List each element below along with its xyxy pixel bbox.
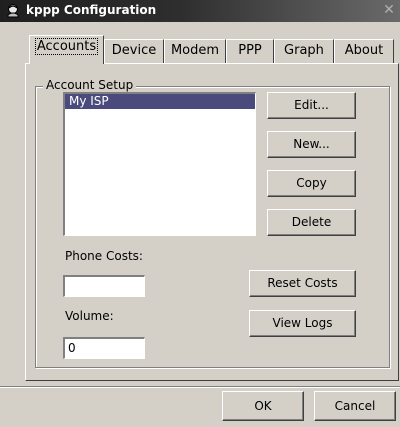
tab-modem[interactable]: Modem — [164, 39, 226, 64]
phone-costs-field[interactable] — [63, 275, 145, 297]
volume-field[interactable]: 0 — [63, 337, 145, 359]
view-logs-button[interactable]: View Logs — [249, 310, 356, 337]
cancel-button[interactable]: Cancel — [314, 391, 396, 421]
close-icon[interactable]: ✕ — [381, 2, 397, 18]
copy-button[interactable]: Copy — [267, 170, 356, 197]
window-title: kppp Configuration — [26, 3, 157, 17]
phone-costs-label: Phone Costs: — [65, 249, 143, 263]
tab-about[interactable]: About — [334, 39, 394, 64]
reset-costs-button[interactable]: Reset Costs — [249, 270, 356, 297]
edit-button[interactable]: Edit... — [267, 92, 356, 119]
tab-about-label: About — [344, 43, 384, 58]
kppp-app-icon — [7, 4, 19, 18]
list-item[interactable]: My ISP — [65, 94, 255, 109]
account-list[interactable]: My ISP — [63, 92, 256, 236]
tab-device-label: Device — [111, 43, 157, 58]
new-button[interactable]: New... — [267, 131, 356, 158]
tab-accounts[interactable]: Accounts — [29, 35, 104, 64]
account-setup-title: Account Setup — [43, 78, 137, 92]
tab-graph-label: Graph — [284, 43, 324, 58]
tab-ppp[interactable]: PPP — [226, 39, 274, 64]
delete-button[interactable]: Delete — [267, 209, 356, 236]
volume-label: Volume: — [65, 309, 114, 323]
bottom-separator — [0, 386, 400, 388]
title-bar[interactable]: kppp Configuration ✕ — [0, 0, 400, 22]
ok-button[interactable]: OK — [222, 391, 304, 421]
tab-graph[interactable]: Graph — [274, 39, 334, 64]
tab-ppp-label: PPP — [238, 43, 262, 58]
tab-accounts-label: Accounts — [34, 38, 99, 55]
tab-modem-label: Modem — [170, 43, 220, 58]
tab-device[interactable]: Device — [104, 39, 164, 64]
kppp-config-window: kppp Configuration ✕ Accounts Device Mod… — [0, 0, 400, 427]
